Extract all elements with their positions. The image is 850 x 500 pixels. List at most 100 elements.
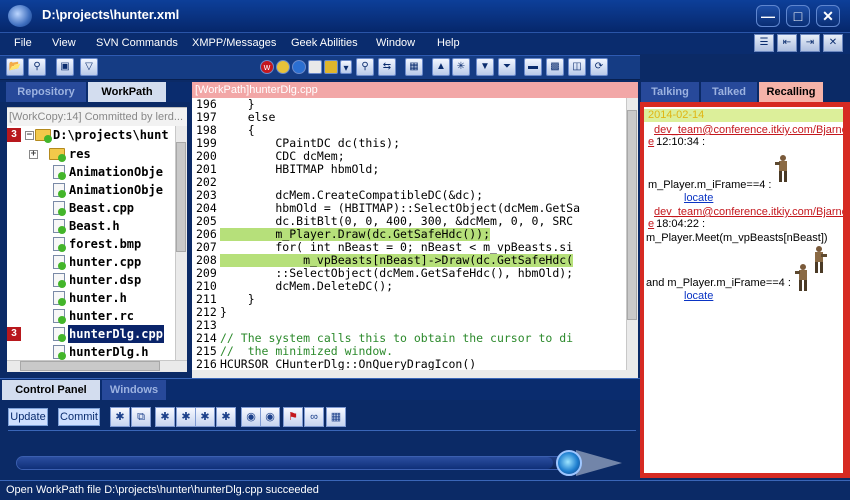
tree-item[interactable]: AnimationObje [7,163,187,181]
tab-talked[interactable]: Talked [701,82,757,102]
header-file-icon [53,291,66,306]
search-icon[interactable]: ⚲ [28,58,46,76]
menu-view[interactable]: View [52,37,76,49]
minimize-icon[interactable]: — [756,5,780,27]
tree-root[interactable]: 3 − D:\projects\hunt [7,126,187,144]
tab-control-panel[interactable]: Control Panel [2,380,100,400]
editor-horizontal-scrollbar[interactable] [192,370,638,378]
flag-icon[interactable]: ⚑ [283,407,303,427]
layout-close-icon[interactable]: ✕ [823,34,843,52]
tab-windows[interactable]: Windows [102,380,166,400]
find-icon[interactable]: ⚲ [356,58,374,76]
replace-icon[interactable]: ⇆ [378,58,396,76]
refresh-icon[interactable]: ⟳ [590,58,608,76]
code-editor[interactable]: 196 } 197 else 198 { 199 CPaintDC dc(thi… [192,98,626,370]
tree-item[interactable]: + res [7,145,187,163]
menu-help[interactable]: Help [437,37,460,49]
tab-repository[interactable]: Repository [6,82,86,102]
message-sender[interactable]: dev_team@conference.itkiy.com/Bjarne [654,206,843,218]
tab-recalling[interactable]: Recalling [759,82,823,102]
print-icon[interactable]: ▩ [546,58,564,76]
note-icon[interactable] [324,60,338,74]
copy-icon[interactable]: ⧉ [131,407,151,427]
tree-item[interactable]: hunter.cpp [7,253,187,271]
soldier-sprite-icon [792,263,814,293]
tree-item-selected[interactable]: 3 hunterDlg.cpp [7,325,187,343]
code-line: } [220,305,227,319]
star-icon[interactable]: ✳ [452,58,470,76]
progress-arrow-icon [576,450,622,476]
message-sender-tail[interactable]: e [648,218,654,230]
progress-knob[interactable] [556,450,582,476]
collapse-icon[interactable]: − [25,131,34,140]
tree-item[interactable]: forest.bmp [7,235,187,253]
revert-icon[interactable]: ✱ [195,407,215,427]
tree-item[interactable]: hunter.h [7,289,187,307]
line-number: 216 [196,357,217,371]
filter-icon[interactable]: ▽ [80,58,98,76]
message-text: m_Player.Meet(m_vpBeasts[nBeast]) [646,232,828,244]
dropdown-icon[interactable]: ▾ [340,60,352,74]
message-sender[interactable]: dev_team@conference.itkiy.com/Bjarne [654,124,843,136]
switch-icon[interactable]: ✱ [176,407,196,427]
save-icon[interactable]: ▣ [56,58,74,76]
tab-talking[interactable]: Talking [641,82,699,102]
tree-item[interactable]: AnimationObje [7,181,187,199]
cpp-file-icon [53,327,66,342]
cpp-file-icon [53,201,66,216]
close-icon[interactable]: ✕ [816,5,840,27]
branch-icon[interactable]: ✱ [155,407,175,427]
globe-icon[interactable] [292,60,306,74]
document-icon[interactable]: ▦ [405,58,423,76]
header-file-icon [53,345,66,360]
tree-item[interactable]: hunterDlg.h [7,343,187,360]
status-icon[interactable] [276,60,290,74]
cpp-file-icon [53,255,66,270]
editor-tab[interactable]: [WorkPath]hunterDlg.cpp [192,82,638,98]
locate-link[interactable]: locate [684,290,713,302]
expand-icon[interactable]: + [29,150,38,159]
tab-workpath[interactable]: WorkPath [88,82,166,102]
header-file-icon [53,219,66,234]
layers-icon[interactable]: ◫ [568,58,586,76]
tree-item[interactable]: hunter.dsp [7,271,187,289]
menu-svn-commands[interactable]: SVN Commands [96,37,178,49]
arrow-up-icon[interactable]: ▲ [432,58,450,76]
page-icon[interactable] [308,60,322,74]
folder-icon [35,129,52,143]
editor-scroll-thumb[interactable] [627,110,637,320]
arrow-down-double-icon[interactable]: ⏷ [498,58,516,76]
header-file-icon [53,183,66,198]
tree-item[interactable]: Beast.h [7,217,187,235]
calendar-icon[interactable]: ▦ [326,407,346,427]
update-button[interactable]: Update [8,408,48,426]
file-tree: 3 − D:\projects\hunt + res AnimationObje… [7,126,187,360]
layout-right-icon[interactable]: ⇥ [800,34,820,52]
bitmap-file-icon [53,237,66,252]
arrow-down-icon[interactable]: ▼ [476,58,494,76]
maximize-icon[interactable]: □ [786,5,810,27]
menu-geek-abilities[interactable]: Geek Abilities [291,37,358,49]
status-bar: Open WorkPath file D:\projects\hunter\hu… [0,480,850,500]
open-folder-icon[interactable]: 📂 [6,58,24,76]
tree-scroll-thumb[interactable] [176,142,186,252]
diff-icon[interactable]: ◉ [241,407,261,427]
tree-item[interactable]: hunter.rc [7,307,187,325]
menu-xmpp-messages[interactable]: XMPP/Messages [192,37,276,49]
relocate-icon[interactable]: ✱ [216,407,236,427]
layout-list-icon[interactable]: ☰ [754,34,774,52]
link-icon[interactable]: ∞ [304,407,324,427]
tree-hscroll-thumb[interactable] [20,361,160,371]
tree-item[interactable]: Beast.cpp [7,199,187,217]
commit-button[interactable]: Commit [58,408,100,426]
link-icon[interactable]: ▬ [524,58,542,76]
menu-file[interactable]: File [14,37,32,49]
log-icon[interactable]: ◉ [260,407,280,427]
locate-link[interactable]: locate [684,192,713,204]
record-icon[interactable]: w [260,60,274,74]
merge-icon[interactable]: ✱ [110,407,130,427]
layout-left-icon[interactable]: ⇤ [777,34,797,52]
menu-window[interactable]: Window [376,37,415,49]
chat-history: 2014-02-14 dev_team@conference.itkiy.com… [641,104,846,476]
message-sender-tail[interactable]: e [648,136,654,148]
